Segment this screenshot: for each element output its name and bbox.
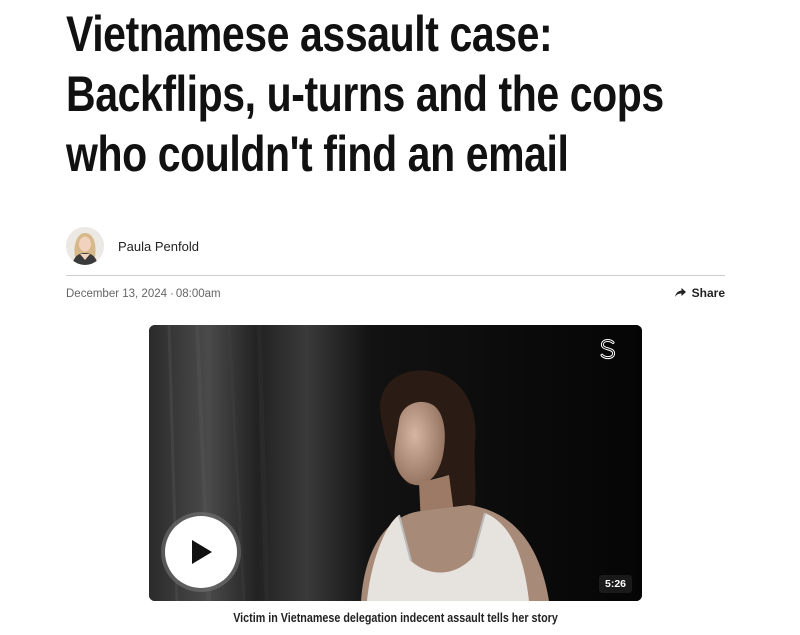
video-player[interactable]: 5:26 [149, 325, 642, 601]
divider [66, 275, 725, 276]
video-duration: 5:26 [598, 575, 632, 593]
author-avatar[interactable] [66, 227, 104, 265]
s-logo-icon [600, 338, 616, 360]
meta-separator: · [170, 288, 174, 300]
play-icon [192, 540, 212, 564]
headline-line-1: Vietnamese assault case: [66, 6, 553, 62]
headline-line-3: who couldn't find an email [66, 126, 569, 182]
article-headline: Vietnamese assault case: Backflips, u-tu… [66, 4, 664, 184]
author-name[interactable]: Paula Penfold [118, 239, 199, 254]
share-label: Share [691, 286, 725, 300]
byline: Paula Penfold [66, 226, 199, 266]
publish-meta: December 13, 2024 · 08:00am [66, 288, 221, 300]
publish-date: December 13, 2024 [66, 288, 168, 300]
video-caption: Victim in Vietnamese delegation indecent… [233, 611, 558, 625]
publish-time: 08:00am [175, 288, 221, 300]
share-arrow-icon [674, 288, 686, 297]
share-button[interactable]: Share [674, 286, 725, 300]
headline-line-2: Backflips, u-turns and the cops [66, 66, 664, 122]
play-button[interactable] [165, 516, 237, 588]
